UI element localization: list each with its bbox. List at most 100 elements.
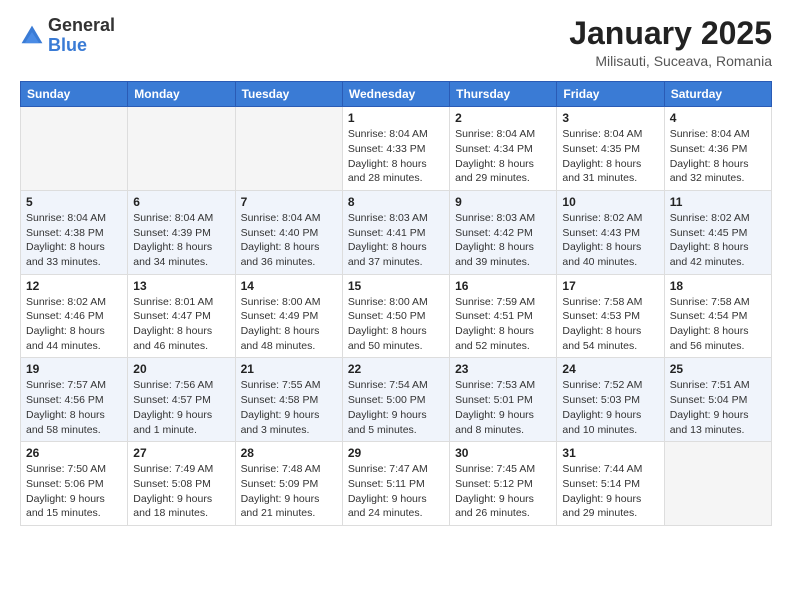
calendar-table: Sunday Monday Tuesday Wednesday Thursday…: [20, 81, 772, 526]
day-info: and 50 minutes.: [348, 339, 444, 354]
day-info: Sunset: 5:12 PM: [455, 477, 551, 492]
day-info: Sunset: 4:39 PM: [133, 226, 229, 241]
day-number: 4: [670, 111, 766, 125]
calendar-cell: 9Sunrise: 8:03 AMSunset: 4:42 PMDaylight…: [450, 190, 557, 274]
day-info: Daylight: 8 hours: [562, 240, 658, 255]
day-info: Sunset: 4:46 PM: [26, 309, 122, 324]
col-monday: Monday: [128, 82, 235, 107]
day-number: 13: [133, 279, 229, 293]
calendar-cell: 20 Sunrise: 7:56 AMSunset: 4:57 PMDayligh…: [128, 358, 235, 442]
calendar-cell: 21Sunrise: 7:55 AMSunset: 4:58 PMDayligh…: [235, 358, 342, 442]
day-info: Sunrise: 7:45 AM: [455, 462, 551, 477]
calendar-cell: 29Sunrise: 7:47 AMSunset: 5:11 PMDayligh…: [342, 442, 449, 526]
col-saturday: Saturday: [664, 82, 771, 107]
day-number: 16: [455, 279, 551, 293]
day-info: Sunset: 4:35 PM: [562, 142, 658, 157]
calendar-week-row-5: 26Sunrise: 7:50 AMSunset: 5:06 PMDayligh…: [21, 442, 772, 526]
calendar-week-row-3: 12Sunrise: 8:02 AMSunset: 4:46 PMDayligh…: [21, 274, 772, 358]
day-info: Daylight: 8 hours: [455, 240, 551, 255]
calendar-cell: 2Sunrise: 8:04 AMSunset: 4:34 PMDaylight…: [450, 107, 557, 191]
day-number: 3: [562, 111, 658, 125]
day-info: and 56 minutes.: [670, 339, 766, 354]
day-info: Daylight: 9 hours: [26, 492, 122, 507]
day-info: Sunrise: 7:44 AM: [562, 462, 658, 477]
day-info: Daylight: 8 hours: [241, 240, 337, 255]
logo-blue: Blue: [48, 35, 87, 55]
day-number: 23: [455, 362, 551, 376]
day-number: 26: [26, 446, 122, 460]
day-info: and 31 minutes.: [562, 171, 658, 186]
day-info: Sunset: 4:57 PM: [133, 393, 229, 408]
day-number: 20: [133, 362, 229, 376]
day-info: Daylight: 8 hours: [670, 157, 766, 172]
day-info: Sunset: 5:08 PM: [133, 477, 229, 492]
col-tuesday: Tuesday: [235, 82, 342, 107]
day-info: Sunset: 4:42 PM: [455, 226, 551, 241]
day-number: 10: [562, 195, 658, 209]
logo-icon: [20, 24, 44, 48]
day-info: and 18 minutes.: [133, 506, 229, 521]
day-number: 18: [670, 279, 766, 293]
subtitle: Milisauti, Suceava, Romania: [569, 53, 772, 69]
day-info: Daylight: 8 hours: [133, 324, 229, 339]
col-sunday: Sunday: [21, 82, 128, 107]
calendar-cell: 17Sunrise: 7:58 AMSunset: 4:53 PMDayligh…: [557, 274, 664, 358]
day-info: Daylight: 8 hours: [455, 324, 551, 339]
calendar-cell: [235, 107, 342, 191]
day-info: Daylight: 9 hours: [348, 408, 444, 423]
day-info: Sunset: 4:56 PM: [26, 393, 122, 408]
day-info: and 29 minutes.: [455, 171, 551, 186]
day-info: and 44 minutes.: [26, 339, 122, 354]
day-info: and 5 minutes.: [348, 423, 444, 438]
day-info: Sunset: 4:50 PM: [348, 309, 444, 324]
day-info: Sunrise: 7:48 AM: [241, 462, 337, 477]
day-info: and 54 minutes.: [562, 339, 658, 354]
calendar-header-row: Sunday Monday Tuesday Wednesday Thursday…: [21, 82, 772, 107]
col-thursday: Thursday: [450, 82, 557, 107]
day-info: and 3 minutes.: [241, 423, 337, 438]
day-info: Sunrise: 7:51 AM: [670, 378, 766, 393]
day-number: 21: [241, 362, 337, 376]
col-friday: Friday: [557, 82, 664, 107]
calendar-cell: 3Sunrise: 8:04 AMSunset: 4:35 PMDaylight…: [557, 107, 664, 191]
day-info: Daylight: 9 hours: [133, 408, 229, 423]
day-info: Sunset: 4:38 PM: [26, 226, 122, 241]
calendar-cell: 22Sunrise: 7:54 AMSunset: 5:00 PMDayligh…: [342, 358, 449, 442]
day-number: 9: [455, 195, 551, 209]
day-info: and 32 minutes.: [670, 171, 766, 186]
day-number: 24: [562, 362, 658, 376]
day-info: Sunset: 4:36 PM: [670, 142, 766, 157]
day-info: Sunset: 4:41 PM: [348, 226, 444, 241]
calendar-cell: 7Sunrise: 8:04 AMSunset: 4:40 PMDaylight…: [235, 190, 342, 274]
day-info: Sunset: 5:09 PM: [241, 477, 337, 492]
day-info: Sunset: 4:58 PM: [241, 393, 337, 408]
day-number: 12: [26, 279, 122, 293]
calendar-cell: 30Sunrise: 7:45 AMSunset: 5:12 PMDayligh…: [450, 442, 557, 526]
day-info: Sunrise: 7:53 AM: [455, 378, 551, 393]
day-info: and 42 minutes.: [670, 255, 766, 270]
day-info: and 39 minutes.: [455, 255, 551, 270]
day-number: 5: [26, 195, 122, 209]
calendar-cell: [664, 442, 771, 526]
calendar-cell: 28Sunrise: 7:48 AMSunset: 5:09 PMDayligh…: [235, 442, 342, 526]
day-number: 14: [241, 279, 337, 293]
day-number: 31: [562, 446, 658, 460]
calendar-cell: 27Sunrise: 7:49 AMSunset: 5:08 PMDayligh…: [128, 442, 235, 526]
day-info: Sunset: 4:47 PM: [133, 309, 229, 324]
day-info: Sunrise: 8:04 AM: [26, 211, 122, 226]
day-info: and 34 minutes.: [133, 255, 229, 270]
day-info: and 24 minutes.: [348, 506, 444, 521]
day-info: Sunrise: 7:56 AM: [133, 378, 229, 393]
calendar-cell: 1Sunrise: 8:04 AMSunset: 4:33 PMDaylight…: [342, 107, 449, 191]
calendar-cell: 5Sunrise: 8:04 AMSunset: 4:38 PMDaylight…: [21, 190, 128, 274]
day-info: Sunrise: 8:02 AM: [670, 211, 766, 226]
day-info: Sunset: 5:01 PM: [455, 393, 551, 408]
day-number: 22: [348, 362, 444, 376]
day-info: Daylight: 8 hours: [562, 157, 658, 172]
calendar-cell: 10Sunrise: 8:02 AMSunset: 4:43 PMDayligh…: [557, 190, 664, 274]
day-info: Sunrise: 7:54 AM: [348, 378, 444, 393]
day-info: Daylight: 8 hours: [26, 408, 122, 423]
day-number: 25: [670, 362, 766, 376]
day-info: and 46 minutes.: [133, 339, 229, 354]
logo-general: General: [48, 15, 115, 35]
